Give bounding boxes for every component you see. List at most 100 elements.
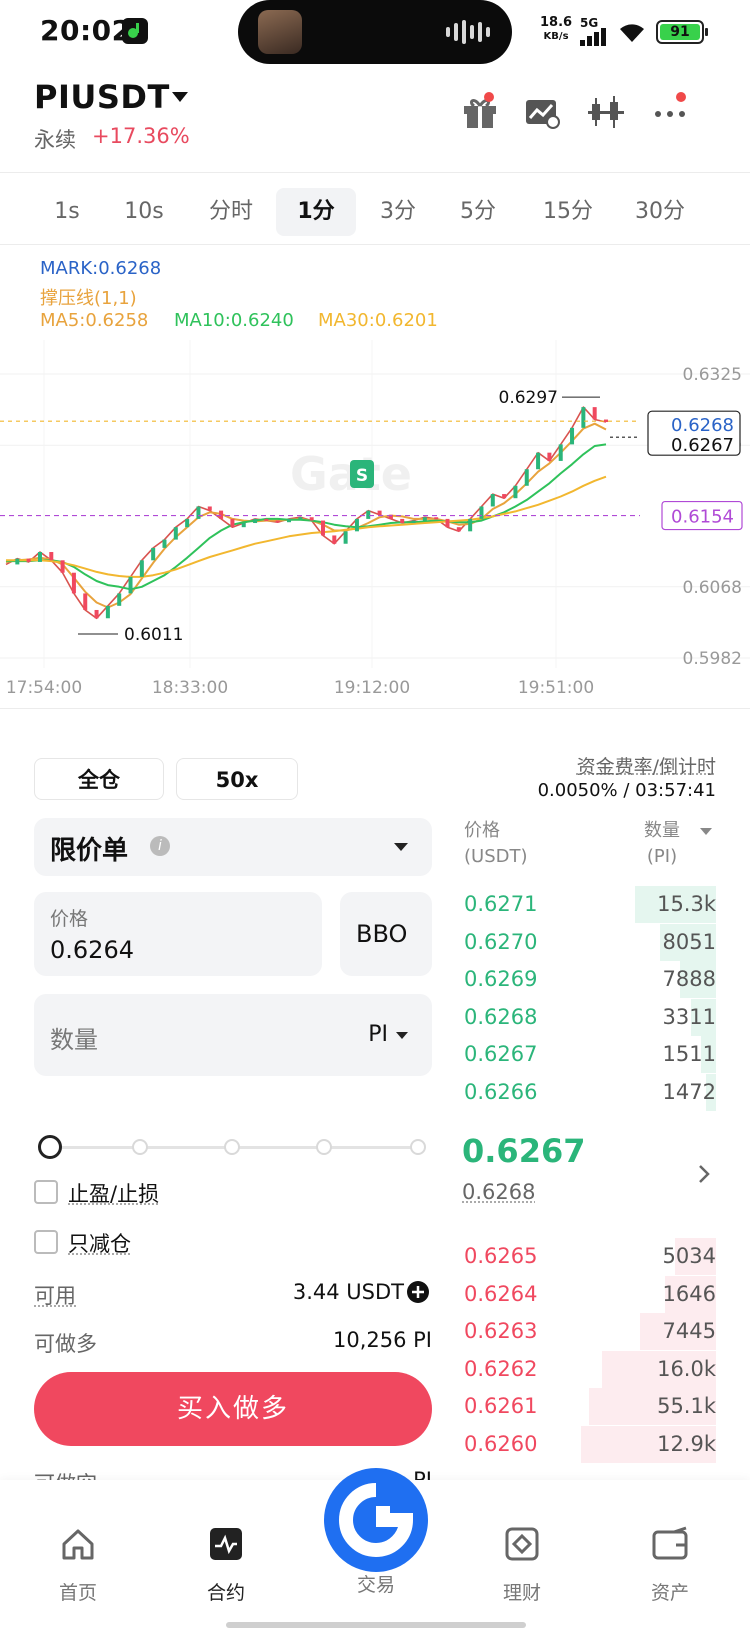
- candle: [479, 506, 484, 519]
- candle: [592, 407, 597, 420]
- nav-finance[interactable]: 理财: [472, 1524, 572, 1605]
- bid-qty: 55.1k: [657, 1394, 716, 1418]
- gift-icon[interactable]: [460, 92, 500, 132]
- order-type-select[interactable]: 限价单 i: [34, 818, 432, 876]
- quantity-unit[interactable]: PI: [368, 1022, 388, 1047]
- add-funds-icon[interactable]: [406, 1280, 430, 1304]
- candle: [434, 517, 439, 520]
- ask-row[interactable]: 0.6271 15.3k: [462, 886, 716, 923]
- slider-knob[interactable]: [38, 1135, 62, 1159]
- candle: [264, 518, 269, 521]
- nav-contract[interactable]: 合约: [176, 1524, 276, 1605]
- price-input[interactable]: 价格 0.6264: [34, 892, 322, 976]
- bid-row[interactable]: 0.6260 12.9k: [462, 1425, 716, 1463]
- x-tick-label: 19:12:00: [334, 678, 410, 698]
- bid-row[interactable]: 0.6262 16.0k: [462, 1350, 716, 1388]
- margin-mode-button[interactable]: 全仓: [34, 758, 164, 800]
- candle: [581, 407, 586, 428]
- mark-price: 0.6268: [462, 1180, 536, 1204]
- ask-row[interactable]: 0.6266 1472: [462, 1073, 716, 1111]
- tab-5min[interactable]: 5分: [440, 188, 516, 236]
- bid-row[interactable]: 0.6263 7445: [462, 1313, 716, 1350]
- slider-step-25[interactable]: [132, 1139, 148, 1155]
- nav-trade-label: 交易: [356, 1574, 395, 1596]
- high-label: 0.6297: [499, 388, 558, 408]
- slider-step-75[interactable]: [316, 1139, 332, 1155]
- tab-10s[interactable]: 10s: [108, 188, 180, 236]
- chevron-right-icon[interactable]: [696, 1162, 712, 1186]
- quantity-placeholder: 数量: [50, 1026, 98, 1054]
- ask-row[interactable]: 0.6268 3311: [462, 998, 716, 1036]
- chart-settings-icon[interactable]: [522, 92, 562, 132]
- bid-price: 0.6261: [464, 1394, 538, 1418]
- slider-step-100[interactable]: [410, 1139, 426, 1155]
- tp-sl-label[interactable]: 止盈/止损: [68, 1178, 159, 1208]
- ask-qty: 15.3k: [657, 892, 716, 916]
- bid-row[interactable]: 0.6265 5034: [462, 1238, 716, 1275]
- candle: [320, 520, 325, 536]
- bid-row[interactable]: 0.6264 1646: [462, 1275, 716, 1313]
- info-icon[interactable]: i: [150, 836, 170, 856]
- tab-15min[interactable]: 15分: [528, 188, 608, 236]
- candle: [411, 520, 416, 524]
- qty-sort-icon[interactable]: [700, 828, 712, 835]
- tab-1s[interactable]: 1s: [32, 188, 102, 236]
- slider-step-50[interactable]: [224, 1139, 240, 1155]
- bid-price: 0.6265: [464, 1244, 538, 1268]
- ask-row[interactable]: 0.6267 1511: [462, 1036, 716, 1073]
- can-long-value: 10,256 PI: [332, 1328, 432, 1352]
- reduce-only-checkbox[interactable]: [34, 1230, 58, 1254]
- kline-chart[interactable]: Gate 0.63250.62390.60680.598217:54:0018:…: [0, 340, 750, 700]
- funding-rate-label[interactable]: 资金费率/倒计时: [577, 752, 716, 779]
- bid-price: 0.6264: [464, 1281, 538, 1306]
- candlestick-icon[interactable]: [586, 92, 626, 132]
- media-artwork: [258, 10, 302, 54]
- x-tick-label: 18:33:00: [152, 678, 228, 698]
- status-time: 20:02: [40, 14, 132, 47]
- chart-ticks: 0.63250.62390.60680.598217:54:0018:33:00…: [6, 365, 742, 698]
- candle: [60, 560, 65, 573]
- bid-row[interactable]: 0.6261 55.1k: [462, 1388, 716, 1425]
- pair-dropdown-icon[interactable]: [172, 92, 188, 102]
- candle: [570, 427, 575, 445]
- buy-long-button[interactable]: 买入做多: [34, 1372, 432, 1446]
- mark-indicator: MARK:0.6268: [40, 258, 162, 279]
- quantity-input[interactable]: 数量 PI: [34, 994, 432, 1076]
- ma10-indicator: MA10:0.6240: [174, 310, 294, 331]
- nav-home-label: 首页: [58, 1582, 97, 1604]
- app-notification-icon: [122, 18, 148, 44]
- gate-trade-icon: [339, 1483, 414, 1557]
- ask-price: 0.6266: [464, 1079, 538, 1104]
- tab-30min[interactable]: 30分: [618, 188, 702, 236]
- tab-time-share[interactable]: 分时: [190, 188, 272, 236]
- nav-trade-label-wrap[interactable]: 交易: [324, 1570, 428, 1597]
- candle: [502, 494, 507, 499]
- orderbook-qty-header[interactable]: 数量 (PI): [644, 818, 680, 870]
- ask-row[interactable]: 0.6269 7888: [462, 961, 716, 998]
- reduce-only-label[interactable]: 只减仓: [68, 1228, 131, 1258]
- nav-assets[interactable]: 资产: [620, 1524, 720, 1605]
- price-input-value[interactable]: 0.6264: [50, 936, 134, 964]
- network-type: 5G: [580, 16, 610, 49]
- y-tick-label: 0.6068: [683, 578, 742, 598]
- pair-title[interactable]: PIUSDT: [34, 78, 170, 116]
- tp-sl-checkbox[interactable]: [34, 1180, 58, 1204]
- battery-indicator: 91: [656, 20, 708, 44]
- contract-type: 永续: [34, 128, 76, 152]
- bbo-button[interactable]: BBO: [340, 892, 432, 976]
- signal-icon: [580, 28, 606, 46]
- y-tick-label: 0.6325: [683, 365, 742, 385]
- audio-wave-icon: [446, 20, 490, 44]
- tab-3min[interactable]: 3分: [360, 188, 436, 236]
- candle: [275, 520, 280, 523]
- candle: [604, 419, 608, 423]
- x-tick-label: 17:54:00: [6, 678, 82, 698]
- ask-row[interactable]: 0.6270 8051: [462, 923, 716, 961]
- leverage-button[interactable]: 50x: [176, 758, 298, 800]
- divider: [0, 244, 750, 245]
- nav-trade[interactable]: [324, 1468, 428, 1572]
- tab-1min[interactable]: 1分: [276, 188, 356, 236]
- home-indicator: [226, 1622, 526, 1628]
- unit-dropdown-icon[interactable]: [396, 1032, 408, 1039]
- nav-home[interactable]: 首页: [28, 1524, 128, 1605]
